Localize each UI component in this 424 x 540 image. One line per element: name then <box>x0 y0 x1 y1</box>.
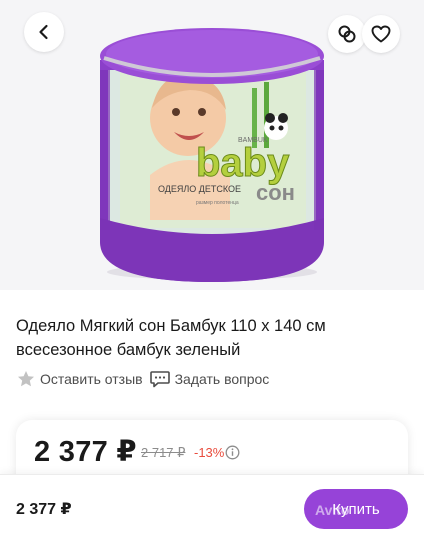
product-actions: Оставить отзыв Задать вопрос <box>16 367 269 391</box>
chevron-left-icon <box>39 24 48 40</box>
product-gallery[interactable]: baby BAMBUK сон ОДЕЯЛО ДЕТСКОЕ размер по… <box>0 0 424 290</box>
compare-icon <box>338 25 356 43</box>
ask-question-link[interactable]: Задать вопрос <box>149 369 270 389</box>
package-brand-text: сон <box>256 180 295 205</box>
product-title: Одеяло Мягкий сон Бамбук 110 х 140 см вс… <box>16 317 326 359</box>
avito-watermark: Avito <box>315 502 350 518</box>
discount-badge: -13% <box>194 445 225 460</box>
current-price: 2 377 ₽ <box>34 436 137 468</box>
star-icon <box>18 371 34 387</box>
leave-review-label: Оставить отзыв <box>40 371 143 387</box>
package-sublabel: размер полотенца <box>196 200 239 206</box>
chat-icon <box>149 371 170 388</box>
heart-icon <box>371 25 391 43</box>
leave-review-link[interactable]: Оставить отзыв <box>16 369 143 389</box>
package-logo-text: baby <box>196 141 290 185</box>
favorite-button[interactable] <box>362 15 400 53</box>
old-price: 2 717 ₽ <box>141 445 186 460</box>
package-small-label: BAMBUK <box>238 137 268 144</box>
info-icon[interactable] <box>225 445 240 460</box>
ask-question-label: Задать вопрос <box>174 371 270 387</box>
bottom-price: 2 377 ₽ <box>16 501 72 518</box>
package-label: ОДЕЯЛО ДЕТСКОЕ <box>158 184 241 194</box>
compare-button[interactable] <box>328 15 366 53</box>
back-button[interactable] <box>24 12 64 52</box>
